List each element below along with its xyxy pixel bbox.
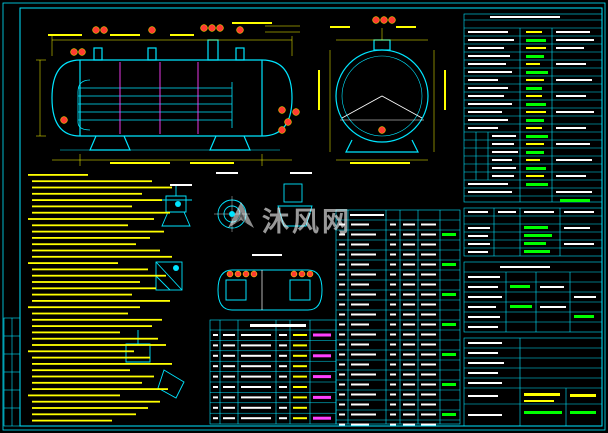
- mufeng-logo-icon: [228, 202, 254, 229]
- watermark-text: 沐风网: [262, 207, 352, 237]
